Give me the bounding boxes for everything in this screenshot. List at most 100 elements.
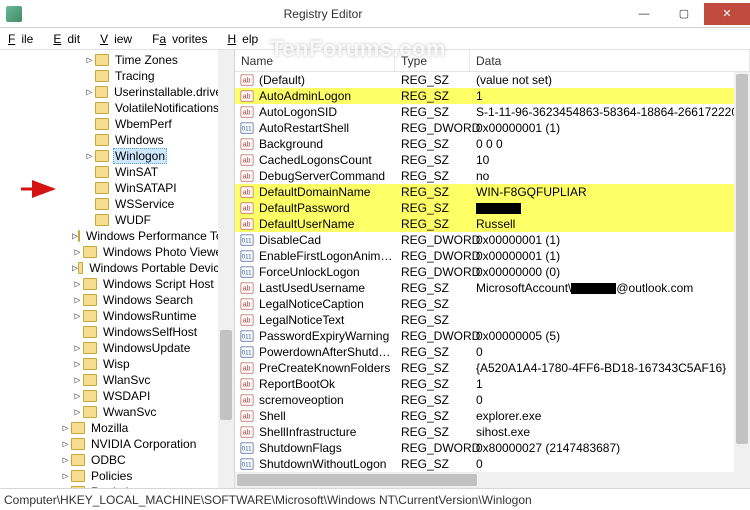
tree-expander-icon[interactable]: ▷ (72, 247, 83, 258)
folder-icon (83, 406, 97, 418)
tree-expander-icon[interactable]: ▷ (84, 87, 95, 98)
tree-item[interactable]: ▷Policies (0, 468, 234, 484)
value-row[interactable]: abBackgroundREG_SZ0 0 0 (235, 136, 750, 152)
svg-text:ab: ab (243, 190, 251, 197)
tree-scrollbar[interactable] (218, 50, 234, 488)
maximize-button[interactable]: ▢ (664, 3, 704, 25)
list-hscrollbar-thumb[interactable] (237, 474, 477, 486)
tree-item[interactable]: VolatileNotifications (0, 100, 234, 116)
tree-item[interactable]: Tracing (0, 68, 234, 84)
value-row[interactable]: abLastUsedUsernameREG_SZMicrosoftAccount… (235, 280, 750, 296)
menu-edit[interactable]: Edit (47, 30, 92, 48)
tree-item-label: Windows Performance Toolkit (84, 229, 234, 243)
value-row[interactable]: 011ShutdownWithoutLogonREG_SZ0 (235, 456, 750, 472)
value-row[interactable]: 011DisableCadREG_DWORD0x00000001 (1) (235, 232, 750, 248)
tree-item[interactable]: ▷Windows Portable Devices (0, 260, 234, 276)
values-pane[interactable]: Name Type Data ab(Default)REG_SZ(value n… (235, 50, 750, 488)
value-row[interactable]: abCachedLogonsCountREG_SZ10 (235, 152, 750, 168)
tree-expander-icon[interactable]: ▷ (72, 407, 83, 418)
tree-expander-icon[interactable]: ▷ (60, 455, 71, 466)
list-hscrollbar[interactable] (235, 472, 734, 488)
tree-expander-icon[interactable]: ▷ (60, 471, 71, 482)
tree-item[interactable]: WUDF (0, 212, 234, 228)
column-data[interactable]: Data (470, 50, 750, 71)
menu-file[interactable]: File (2, 30, 45, 48)
folder-icon (71, 454, 85, 466)
value-row[interactable]: 011ForceUnlockLogonREG_DWORD0x00000000 (… (235, 264, 750, 280)
tree-item[interactable]: ▷Time Zones (0, 52, 234, 68)
tree-item[interactable]: ▷Windows Script Host (0, 276, 234, 292)
value-row[interactable]: abReportBootOkREG_SZ1 (235, 376, 750, 392)
tree-item[interactable]: ▷WindowsUpdate (0, 340, 234, 356)
value-row[interactable]: abDefaultDomainNameREG_SZWIN-F8GQFUPLIAR (235, 184, 750, 200)
tree-item[interactable]: Windows (0, 132, 234, 148)
menu-view[interactable]: View (94, 30, 144, 48)
tree-item[interactable]: WindowsSelfHost (0, 324, 234, 340)
value-row[interactable]: abPreCreateKnownFoldersREG_SZ{A520A1A4-1… (235, 360, 750, 376)
value-row[interactable]: abDefaultPasswordREG_SZ (235, 200, 750, 216)
value-row[interactable]: abscremoveoptionREG_SZ0 (235, 392, 750, 408)
list-vscrollbar-thumb[interactable] (736, 74, 748, 444)
column-type[interactable]: Type (395, 50, 470, 71)
tree-item[interactable]: ▷WwanSvc (0, 404, 234, 420)
tree-item[interactable]: ▷Userinstallable.drivers (0, 84, 234, 100)
minimize-button[interactable]: — (624, 3, 664, 25)
tree-expander-icon[interactable]: ▷ (84, 55, 95, 66)
value-row[interactable]: 011PowerdownAfterShutdownREG_SZ0 (235, 344, 750, 360)
value-row[interactable]: abLegalNoticeTextREG_SZ (235, 312, 750, 328)
tree-item[interactable]: ▷ODBC (0, 452, 234, 468)
value-row[interactable]: abDebugServerCommandREG_SZno (235, 168, 750, 184)
scroll-corner (734, 472, 750, 488)
binary-value-icon: 011 (239, 345, 255, 359)
tree-item[interactable]: ▷NVIDIA Corporation (0, 436, 234, 452)
tree-expander-icon[interactable]: ▷ (72, 375, 83, 386)
value-row[interactable]: abShellREG_SZexplorer.exe (235, 408, 750, 424)
tree-expander-icon[interactable]: ▷ (60, 423, 71, 434)
value-row[interactable]: 011EnableFirstLogonAnimationREG_DWORD0x0… (235, 248, 750, 264)
value-row[interactable]: abShellInfrastructureREG_SZsihost.exe (235, 424, 750, 440)
tree-expander-icon[interactable]: ▷ (72, 343, 83, 354)
value-name: PreCreateKnownFolders (259, 361, 395, 375)
value-row[interactable]: abAutoLogonSIDREG_SZS-1-11-96-3623454863… (235, 104, 750, 120)
value-row[interactable]: abDefaultUserNameREG_SZRussell (235, 216, 750, 232)
tree-item[interactable]: ▷WindowsRuntime (0, 308, 234, 324)
tree-item[interactable]: ▷WlanSvc (0, 372, 234, 388)
tree-scrollbar-thumb[interactable] (220, 330, 232, 420)
tree-pane[interactable]: ▷Time ZonesTracing▷Userinstallable.drive… (0, 50, 235, 488)
tree-expander-icon[interactable]: ▷ (60, 487, 71, 489)
tree-item[interactable]: ▷Windows Performance Toolkit (0, 228, 234, 244)
tree-expander-icon[interactable]: ▷ (72, 279, 83, 290)
tree-item[interactable]: WinSAT (0, 164, 234, 180)
close-button[interactable]: ✕ (704, 3, 750, 25)
value-row[interactable]: 011ShutdownFlagsREG_DWORD0x80000027 (214… (235, 440, 750, 456)
tree-item[interactable]: WinSATAPI (0, 180, 234, 196)
value-row[interactable]: 011AutoRestartShellREG_DWORD0x00000001 (… (235, 120, 750, 136)
column-name[interactable]: Name (235, 50, 395, 71)
value-row[interactable]: ab(Default)REG_SZ(value not set) (235, 72, 750, 88)
value-row[interactable]: abAutoAdminLogonREG_SZ1 (235, 88, 750, 104)
tree-item[interactable]: ▷Wisp (0, 356, 234, 372)
tree-expander-icon[interactable]: ▷ (72, 311, 83, 322)
tree-item[interactable]: ▷Windows Search (0, 292, 234, 308)
tree-item[interactable]: ▷Realtek (0, 484, 234, 488)
value-row[interactable]: abLegalNoticeCaptionREG_SZ (235, 296, 750, 312)
tree-item[interactable]: ▷Mozilla (0, 420, 234, 436)
folder-icon (83, 278, 97, 290)
menu-favorites[interactable]: Favorites (146, 30, 219, 48)
tree-item[interactable]: ▷Winlogon (0, 148, 234, 164)
tree-expander-icon[interactable]: ▷ (72, 359, 83, 370)
tree-item[interactable]: ▷WSDAPI (0, 388, 234, 404)
tree-item[interactable]: WbemPerf (0, 116, 234, 132)
tree-expander-icon[interactable]: ▷ (72, 295, 83, 306)
value-data: 0 (470, 457, 750, 471)
menu-help[interactable]: Help (221, 30, 270, 48)
svg-text:ab: ab (243, 94, 251, 101)
value-name: DefaultDomainName (259, 185, 395, 199)
list-vscrollbar[interactable] (734, 72, 750, 472)
tree-item[interactable]: ▷Windows Photo Viewer (0, 244, 234, 260)
tree-expander-icon[interactable]: ▷ (72, 391, 83, 402)
value-row[interactable]: 011PasswordExpiryWarningREG_DWORD0x00000… (235, 328, 750, 344)
tree-item[interactable]: WSService (0, 196, 234, 212)
tree-expander-icon[interactable]: ▷ (84, 151, 95, 162)
tree-expander-icon[interactable]: ▷ (60, 439, 71, 450)
